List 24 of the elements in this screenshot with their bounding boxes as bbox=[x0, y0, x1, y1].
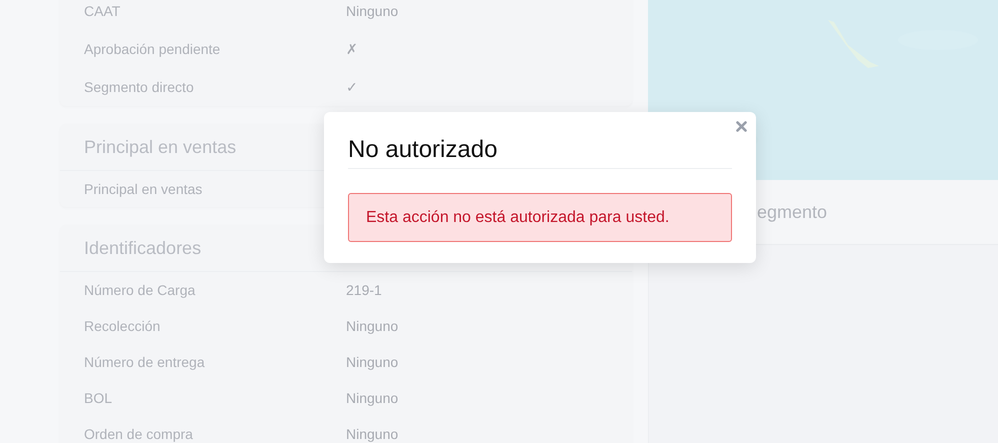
close-button[interactable] bbox=[736, 121, 747, 132]
card-title: Identificadores bbox=[84, 238, 202, 258]
field-label: Número de Carga bbox=[84, 282, 196, 298]
field-label: Principal en ventas bbox=[84, 181, 204, 197]
field-label: BOL bbox=[84, 390, 114, 406]
panel-title: egmento bbox=[757, 202, 828, 222]
card-title: Principal en ventas bbox=[84, 136, 236, 158]
modal-title: No autorizado bbox=[348, 136, 498, 163]
field-value: Ninguno bbox=[346, 390, 398, 406]
alert-message: Esta acción no está autorizada para usted. bbox=[348, 193, 732, 242]
field-value: Ninguno bbox=[346, 354, 398, 370]
field-value: ✗ bbox=[346, 41, 358, 57]
field-value: ✓ bbox=[346, 79, 358, 95]
field-value: Ninguno bbox=[346, 318, 398, 334]
field-label: CAAT bbox=[84, 3, 122, 19]
close-icon bbox=[736, 121, 747, 132]
field-value: Ninguno bbox=[346, 3, 398, 19]
field-value: Ninguno bbox=[346, 426, 398, 442]
field-label: Orden de compra bbox=[84, 426, 194, 442]
field-label: Segmento directo bbox=[84, 79, 195, 95]
field-label: Aprobación pendiente bbox=[84, 41, 222, 57]
field-label: Número de entrega bbox=[84, 354, 206, 370]
field-value: 219-1 bbox=[346, 282, 382, 298]
field-label: Recolección bbox=[84, 318, 162, 334]
